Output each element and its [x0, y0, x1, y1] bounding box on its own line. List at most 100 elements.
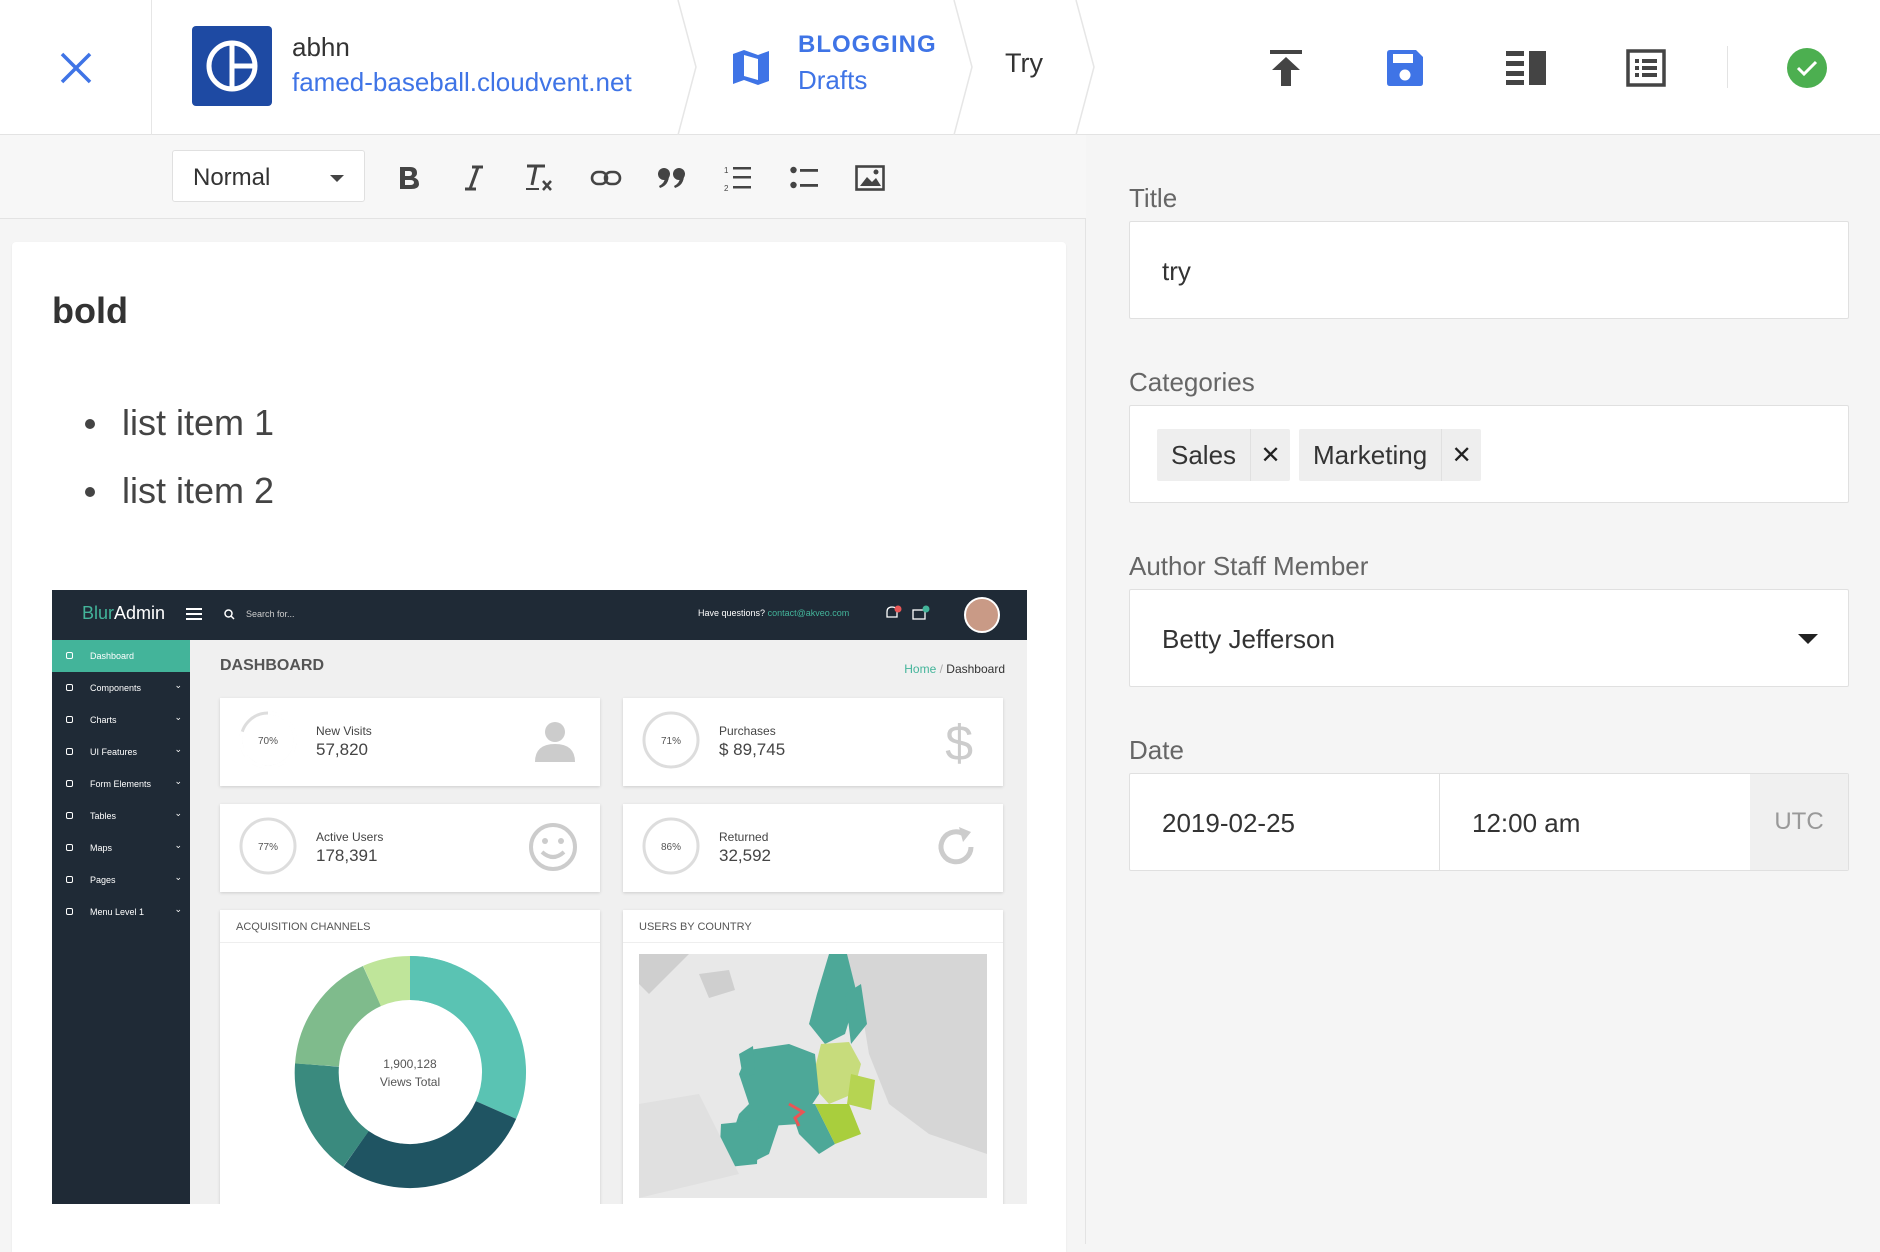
remove-tag-icon[interactable]: ✕: [1441, 429, 1481, 481]
quote-icon: [658, 168, 685, 188]
caret-down-icon: [330, 175, 344, 182]
categories-field[interactable]: Sales ✕ Marketing ✕: [1129, 405, 1849, 503]
svg-text:77%: 77%: [258, 842, 278, 853]
site-url[interactable]: famed-baseball.cloudvent.net: [292, 64, 632, 100]
breadcrumb-document: Try: [1005, 48, 1043, 78]
bold-button[interactable]: [386, 155, 432, 201]
dash-acquisition-card: ACQUISITION CHANNELS 1,900,128 Views Tot…: [220, 910, 600, 1204]
site-name: abhn: [292, 32, 350, 62]
dash-logo: BlurAdmin: [82, 603, 166, 623]
bullet-list-button[interactable]: [781, 155, 827, 201]
image-button[interactable]: [847, 155, 893, 201]
svg-text:Views Total: Views Total: [380, 1075, 440, 1089]
dash-stat-card: 77% Active Users 178,391: [220, 804, 600, 892]
author-select[interactable]: Betty Jefferson: [1129, 589, 1849, 687]
dash-ring: 71%: [642, 711, 700, 769]
dash-bell-icon: [886, 605, 902, 618]
author-value: Betty Jefferson: [1162, 624, 1335, 654]
author-label: Author Staff Member: [1129, 551, 1369, 581]
remove-tag-icon[interactable]: ✕: [1250, 429, 1290, 481]
dash-breadcrumb: Home / Dashboard: [904, 662, 1005, 676]
svg-text:70%: 70%: [258, 736, 278, 747]
bold-icon: [400, 167, 419, 189]
dash-card-title: USERS BY COUNTRY: [639, 921, 752, 933]
embedded-dashboard-image[interactable]: BlurAdmin Search for... Have questions? …: [52, 590, 1027, 1204]
dash-stat-value: 32,592: [719, 846, 771, 865]
list-item: list item 1: [52, 402, 274, 470]
dash-stat-card: 86% Returned 32,592: [623, 804, 1003, 892]
doc-bullet-list: list item 1 list item 2: [52, 402, 274, 538]
close-button[interactable]: [0, 0, 152, 135]
clear-format-button[interactable]: [516, 155, 562, 201]
dash-stat-label: Returned: [719, 830, 769, 844]
map-icon: [733, 50, 769, 85]
ordered-list-button[interactable]: 1 2: [715, 155, 761, 201]
dash-stat-label: New Visits: [316, 724, 372, 738]
italic-icon: [465, 165, 483, 191]
list-view-icon: [1626, 49, 1666, 87]
svg-text:71%: 71%: [661, 736, 681, 747]
date-input[interactable]: 2019-02-25: [1130, 774, 1440, 870]
format-select-value: Normal: [193, 164, 271, 191]
caret-down-icon: [1798, 634, 1818, 644]
dash-sidebar-item: Pages ⌄: [52, 864, 190, 896]
properties-panel: Title try Categories Sales ✕ Marketing ✕…: [1087, 135, 1880, 1244]
categories-label: Categories: [1129, 367, 1255, 397]
category-tag: Marketing ✕: [1299, 429, 1482, 481]
svg-text:1: 1: [724, 166, 729, 175]
site-info[interactable]: abhn famed-baseball.cloudvent.net: [292, 30, 632, 100]
dash-ring: 86%: [642, 817, 700, 875]
site-logo[interactable]: [192, 26, 272, 106]
italic-button[interactable]: [451, 155, 497, 201]
dash-sidebar: Dashboard Components ⌄ Charts ⌄ UI Feature…: [52, 640, 190, 1204]
status-button[interactable]: [1775, 36, 1839, 100]
link-icon: [590, 170, 622, 186]
dash-refresh-icon: [938, 827, 974, 865]
split-view-icon: [1506, 51, 1546, 85]
category-tag-label: Sales: [1171, 439, 1237, 470]
time-input[interactable]: 12:00 am: [1440, 774, 1752, 870]
dash-stat-value: 57,820: [316, 740, 368, 759]
editor-panel: Normal 1 2 bold list item 1 list item 2 …: [0, 135, 1086, 1252]
breadcrumb-collection[interactable]: BLOGGING Drafts: [730, 28, 937, 98]
document-page[interactable]: bold list item 1 list item 2 BlurAdmin S…: [12, 242, 1066, 1252]
dash-search-text: Search for...: [246, 609, 295, 619]
dash-sidebar-item: Tables ⌄: [52, 800, 190, 832]
dash-menu-icon: [186, 608, 202, 620]
split-view-button[interactable]: [1494, 36, 1558, 100]
blockquote-button[interactable]: [649, 155, 695, 201]
link-button[interactable]: [583, 155, 629, 201]
bullet-list-icon: [790, 166, 818, 189]
dash-avatar: [964, 597, 1000, 633]
format-select[interactable]: Normal: [172, 150, 365, 202]
dash-ring: 70%: [239, 711, 297, 769]
close-icon: [60, 52, 91, 83]
dash-europe-map: [639, 954, 987, 1198]
svg-text:1,900,128: 1,900,128: [383, 1057, 437, 1071]
time-value: 12:00 am: [1472, 808, 1581, 838]
breadcrumb-separator: [953, 0, 973, 135]
dash-sidebar-item: Charts ⌄: [52, 704, 190, 736]
top-bar: abhn famed-baseball.cloudvent.net BLOGGI…: [0, 0, 1880, 135]
breadcrumb-section-label: BLOGGING: [798, 31, 937, 58]
dash-mail-icon: [912, 605, 930, 620]
dash-country-card: USERS BY COUNTRY: [623, 910, 1003, 1204]
dash-topbar: BlurAdmin Search for... Have questions? …: [52, 590, 1027, 640]
publish-button[interactable]: [1254, 36, 1318, 100]
dash-sidebar-item: Maps ⌄: [52, 832, 190, 864]
image-icon: [855, 165, 885, 191]
breadcrumb-separator: [1075, 0, 1095, 135]
category-tag: Sales ✕: [1157, 429, 1291, 481]
list-view-button[interactable]: [1614, 36, 1678, 100]
date-value: 2019-02-25: [1162, 808, 1295, 838]
dash-ring: 77%: [239, 817, 297, 875]
date-label: Date: [1129, 735, 1184, 765]
site-logo-icon: [206, 40, 258, 92]
breadcrumb-collection-label: Drafts: [798, 65, 868, 95]
title-field[interactable]: try: [1129, 221, 1849, 319]
dash-stat-card: 70% New Visits 57,820: [220, 698, 600, 786]
dash-stat-label: Active Users: [316, 830, 384, 844]
dash-donut-chart: 1,900,128 Views Total: [294, 955, 527, 1189]
save-button[interactable]: [1373, 36, 1437, 100]
format-toolbar: Normal 1 2: [0, 135, 1086, 219]
